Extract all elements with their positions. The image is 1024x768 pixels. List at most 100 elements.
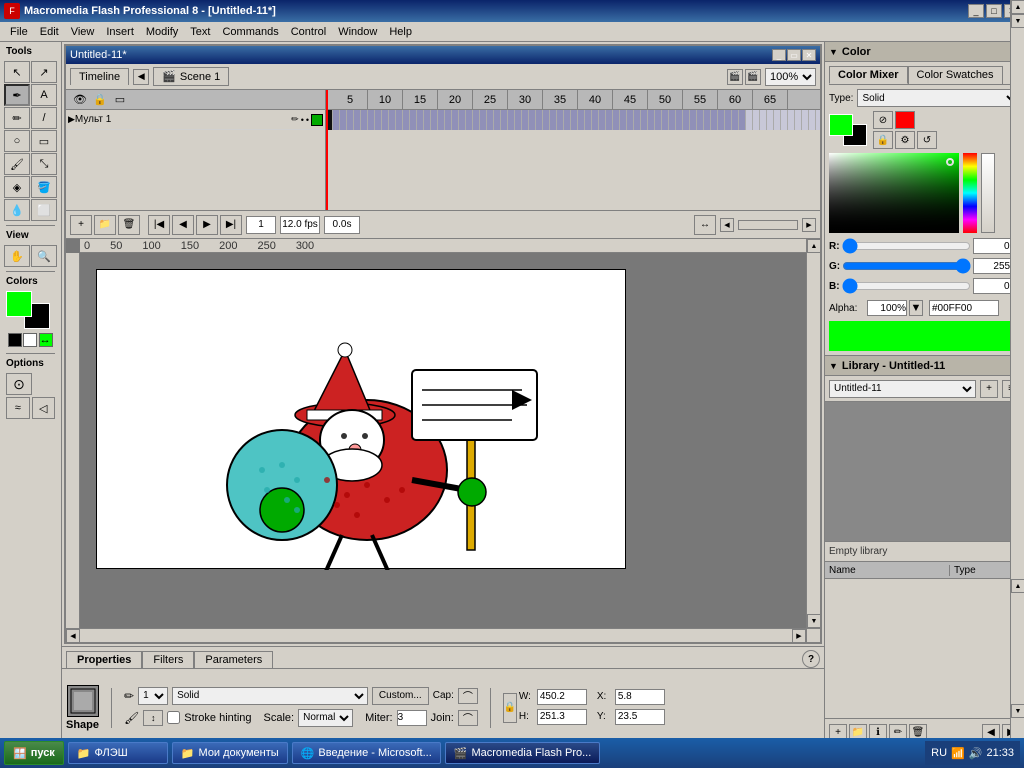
frame-cell-2[interactable] (340, 110, 347, 130)
lib-scroll-down[interactable]: ▼ (1011, 704, 1024, 718)
taskbar-item-2[interactable]: 📁 Мои документы (172, 742, 288, 764)
tool-pencil[interactable]: ✏ (4, 107, 30, 129)
height-field[interactable]: 251.3 (537, 709, 587, 725)
frame-cell-16[interactable] (438, 110, 445, 130)
delete-layer-btn[interactable]: 🗑 (118, 215, 140, 235)
frame-cell-6[interactable] (368, 110, 375, 130)
alpha-arrow[interactable]: ▼ (909, 300, 923, 316)
join-icon[interactable]: ⌒ (458, 710, 478, 726)
color-swatches-tab[interactable]: Color Swatches (908, 66, 1003, 84)
color-white[interactable] (23, 333, 37, 347)
menu-window[interactable]: Window (332, 24, 383, 40)
flash-close-btn[interactable]: ✕ (802, 49, 816, 61)
frame-cell-49[interactable] (669, 110, 676, 130)
frame-cell-43[interactable] (627, 110, 634, 130)
color-type-select[interactable]: Solid (857, 89, 1020, 107)
color-edit-btn[interactable]: ⚙ (895, 131, 915, 149)
frame-cell-60[interactable] (746, 110, 753, 130)
frame-cell-56[interactable] (718, 110, 725, 130)
alpha-bar[interactable] (981, 153, 995, 233)
frame-cell-51[interactable] (683, 110, 690, 130)
frame-cell-17[interactable] (445, 110, 452, 130)
frame-cell-32[interactable] (550, 110, 557, 130)
layer-color-dot[interactable] (311, 114, 323, 126)
frame-cell-8[interactable] (382, 110, 389, 130)
frame-cell-21[interactable] (473, 110, 480, 130)
y-field[interactable]: 23.5 (615, 709, 665, 725)
tool-text[interactable]: A (31, 84, 57, 106)
color-reset-btn[interactable]: ↺ (917, 131, 937, 149)
g-slider[interactable] (842, 261, 971, 271)
frame-cell-68[interactable] (802, 110, 809, 130)
tab-parameters[interactable]: Parameters (194, 651, 273, 668)
b-slider[interactable] (842, 281, 971, 291)
fps-field[interactable]: 12.0 fps (280, 216, 320, 234)
frame-cell-20[interactable] (466, 110, 473, 130)
timeline-back-btn[interactable]: ◀ (133, 69, 149, 85)
stroke-style-select[interactable]: Solid (172, 687, 368, 705)
frame-cell-55[interactable] (711, 110, 718, 130)
frame-cell-19[interactable] (459, 110, 466, 130)
tool-eyedrop[interactable]: 💧 (4, 199, 30, 221)
library-add-btn[interactable]: + (980, 380, 998, 398)
frame-cell-65[interactable] (781, 110, 788, 130)
color-mixer-tab[interactable]: Color Mixer (829, 66, 908, 84)
frame-cell-22[interactable] (480, 110, 487, 130)
color-panel-header[interactable]: ▼ Color ≡ (825, 42, 1024, 62)
taskbar-item-4[interactable]: 🎬 Macromedia Flash Pro... (445, 742, 601, 764)
nav-btn-2[interactable]: 🎬 (745, 69, 761, 85)
color-fill-swatch[interactable] (829, 114, 853, 136)
frame-cell-62[interactable] (760, 110, 767, 130)
add-layer-btn[interactable]: + (70, 215, 92, 235)
frame-cell-15[interactable] (431, 110, 438, 130)
play-btn[interactable]: ▶ (196, 215, 218, 235)
canvas-scrollbar-h[interactable]: ◀ ▶ (66, 628, 806, 642)
frame-cell-27[interactable] (515, 110, 522, 130)
frame-cell-18[interactable] (452, 110, 459, 130)
width-field[interactable]: 450.2 (537, 689, 587, 705)
menu-text[interactable]: Text (184, 24, 216, 40)
color-gradient-area[interactable] (829, 153, 959, 233)
frame-cell-42[interactable] (620, 110, 627, 130)
frame-cell-36[interactable] (578, 110, 585, 130)
tool-arrow[interactable]: ↖ (4, 61, 30, 83)
time-field[interactable]: 0.0s (324, 216, 360, 234)
menu-control[interactable]: Control (285, 24, 332, 40)
taskbar-item-1[interactable]: 📁 ФЛЭШ (68, 742, 168, 764)
add-folder-btn[interactable]: 📁 (94, 215, 116, 235)
frame-ctrl-btn2[interactable]: ◀ (172, 215, 194, 235)
frame-cell-38[interactable] (592, 110, 599, 130)
frame-cell-5[interactable] (361, 110, 368, 130)
tab-filters[interactable]: Filters (142, 651, 194, 668)
menu-help[interactable]: Help (383, 24, 418, 40)
scale-select[interactable]: Normal (298, 709, 353, 727)
hex-value[interactable]: #00FF00 (929, 300, 999, 316)
hue-bar[interactable] (963, 153, 977, 233)
frame-cell-53[interactable] (697, 110, 704, 130)
frame-cell-28[interactable] (522, 110, 529, 130)
tab-properties[interactable]: Properties (66, 651, 142, 668)
tool-freexform[interactable]: ⤡ (31, 153, 57, 175)
frame-cell-12[interactable] (410, 110, 417, 130)
loop-btn[interactable]: ↔ (694, 215, 716, 235)
stroke-hint-checkbox[interactable] (167, 711, 180, 724)
frame-cell-34[interactable] (564, 110, 571, 130)
frame-cell-11[interactable] (403, 110, 410, 130)
frame-cell-40[interactable] (606, 110, 613, 130)
lib-scroll-up[interactable]: ▲ (1011, 579, 1024, 593)
frame-cell-23[interactable] (487, 110, 494, 130)
tool-fill[interactable]: ◈ (4, 176, 30, 198)
menu-edit[interactable]: Edit (34, 24, 65, 40)
frame-cell-63[interactable] (767, 110, 774, 130)
straighten-btn[interactable]: ◁ (32, 397, 56, 419)
miter-field[interactable]: 3 (397, 710, 427, 726)
nav-btn-1[interactable]: 🎬 (727, 69, 743, 85)
h-scroll-btn-left[interactable]: ◀ (720, 218, 734, 232)
maximize-button[interactable]: □ (986, 4, 1002, 18)
layer-dot2[interactable]: • (306, 115, 309, 125)
frame-cell-26[interactable] (508, 110, 515, 130)
frame-cell-45[interactable] (641, 110, 648, 130)
frame-cell-54[interactable] (704, 110, 711, 130)
color-swap-icon[interactable]: ↔ (39, 333, 53, 347)
tool-eraser[interactable]: ⬜ (31, 199, 57, 221)
